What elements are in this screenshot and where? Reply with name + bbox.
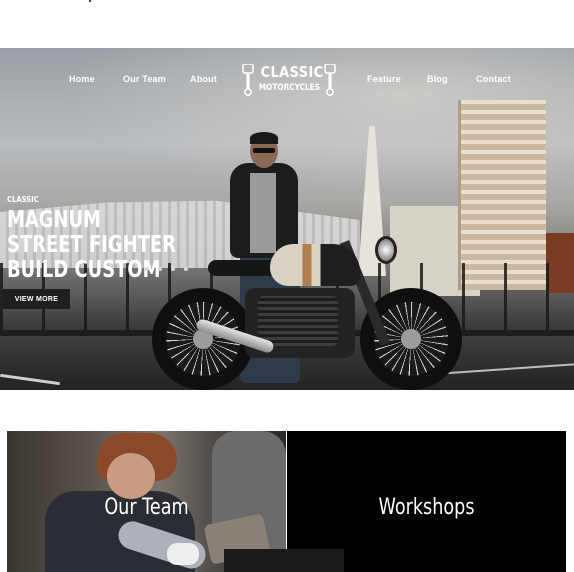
front-hub — [401, 329, 421, 349]
logo-subtitle: MOTORCYCLES — [258, 83, 320, 93]
headlight — [375, 236, 397, 264]
mechanic-glove — [167, 543, 199, 565]
rider-hair — [250, 132, 278, 144]
logo-wordmark: CLASSIC — [260, 63, 324, 81]
piston-icon — [324, 64, 336, 96]
nav-link-about[interactable]: About — [190, 74, 217, 84]
hero-kicker: CLASSIC — [7, 195, 39, 204]
slider-dot[interactable] — [171, 267, 175, 271]
slider-dot[interactable] — [184, 267, 188, 271]
slider-dots — [145, 267, 188, 271]
main-navigation: Home Our Team About CLASSIC MOTORCYCLES … — [0, 48, 574, 110]
rider-shirt — [250, 173, 276, 253]
site-logo[interactable]: CLASSIC MOTORCYCLES — [242, 62, 336, 98]
motorcycle-seat — [208, 260, 278, 276]
nav-link-blog[interactable]: Blog — [427, 74, 448, 84]
hero-headline-line: MAGNUM — [7, 207, 101, 233]
top-marker — [89, 0, 91, 2]
slider-dot[interactable] — [158, 267, 162, 271]
hero-headline-line: BUILD CUSTOM — [7, 257, 161, 283]
hero-headline-line: STREET FIGHTER — [7, 232, 176, 258]
slider-dot[interactable] — [145, 267, 149, 271]
background-tower — [458, 100, 546, 290]
workshops-title: Workshops — [378, 495, 475, 520]
view-more-button[interactable]: VIEW MORE — [3, 289, 70, 309]
fuel-tank — [270, 244, 360, 286]
mechanic-face — [107, 453, 155, 499]
nav-link-feature[interactable]: Feature — [367, 74, 401, 84]
rider-sunglasses — [253, 148, 275, 153]
piston-icon — [242, 64, 254, 96]
engine-fins — [258, 296, 338, 346]
nav-link-contact[interactable]: Contact — [476, 74, 511, 84]
nav-link-home[interactable]: Home — [69, 74, 95, 84]
our-team-title: Our Team — [104, 495, 189, 520]
overlay-box — [224, 549, 344, 572]
nav-link-our-team[interactable]: Our Team — [123, 74, 166, 84]
